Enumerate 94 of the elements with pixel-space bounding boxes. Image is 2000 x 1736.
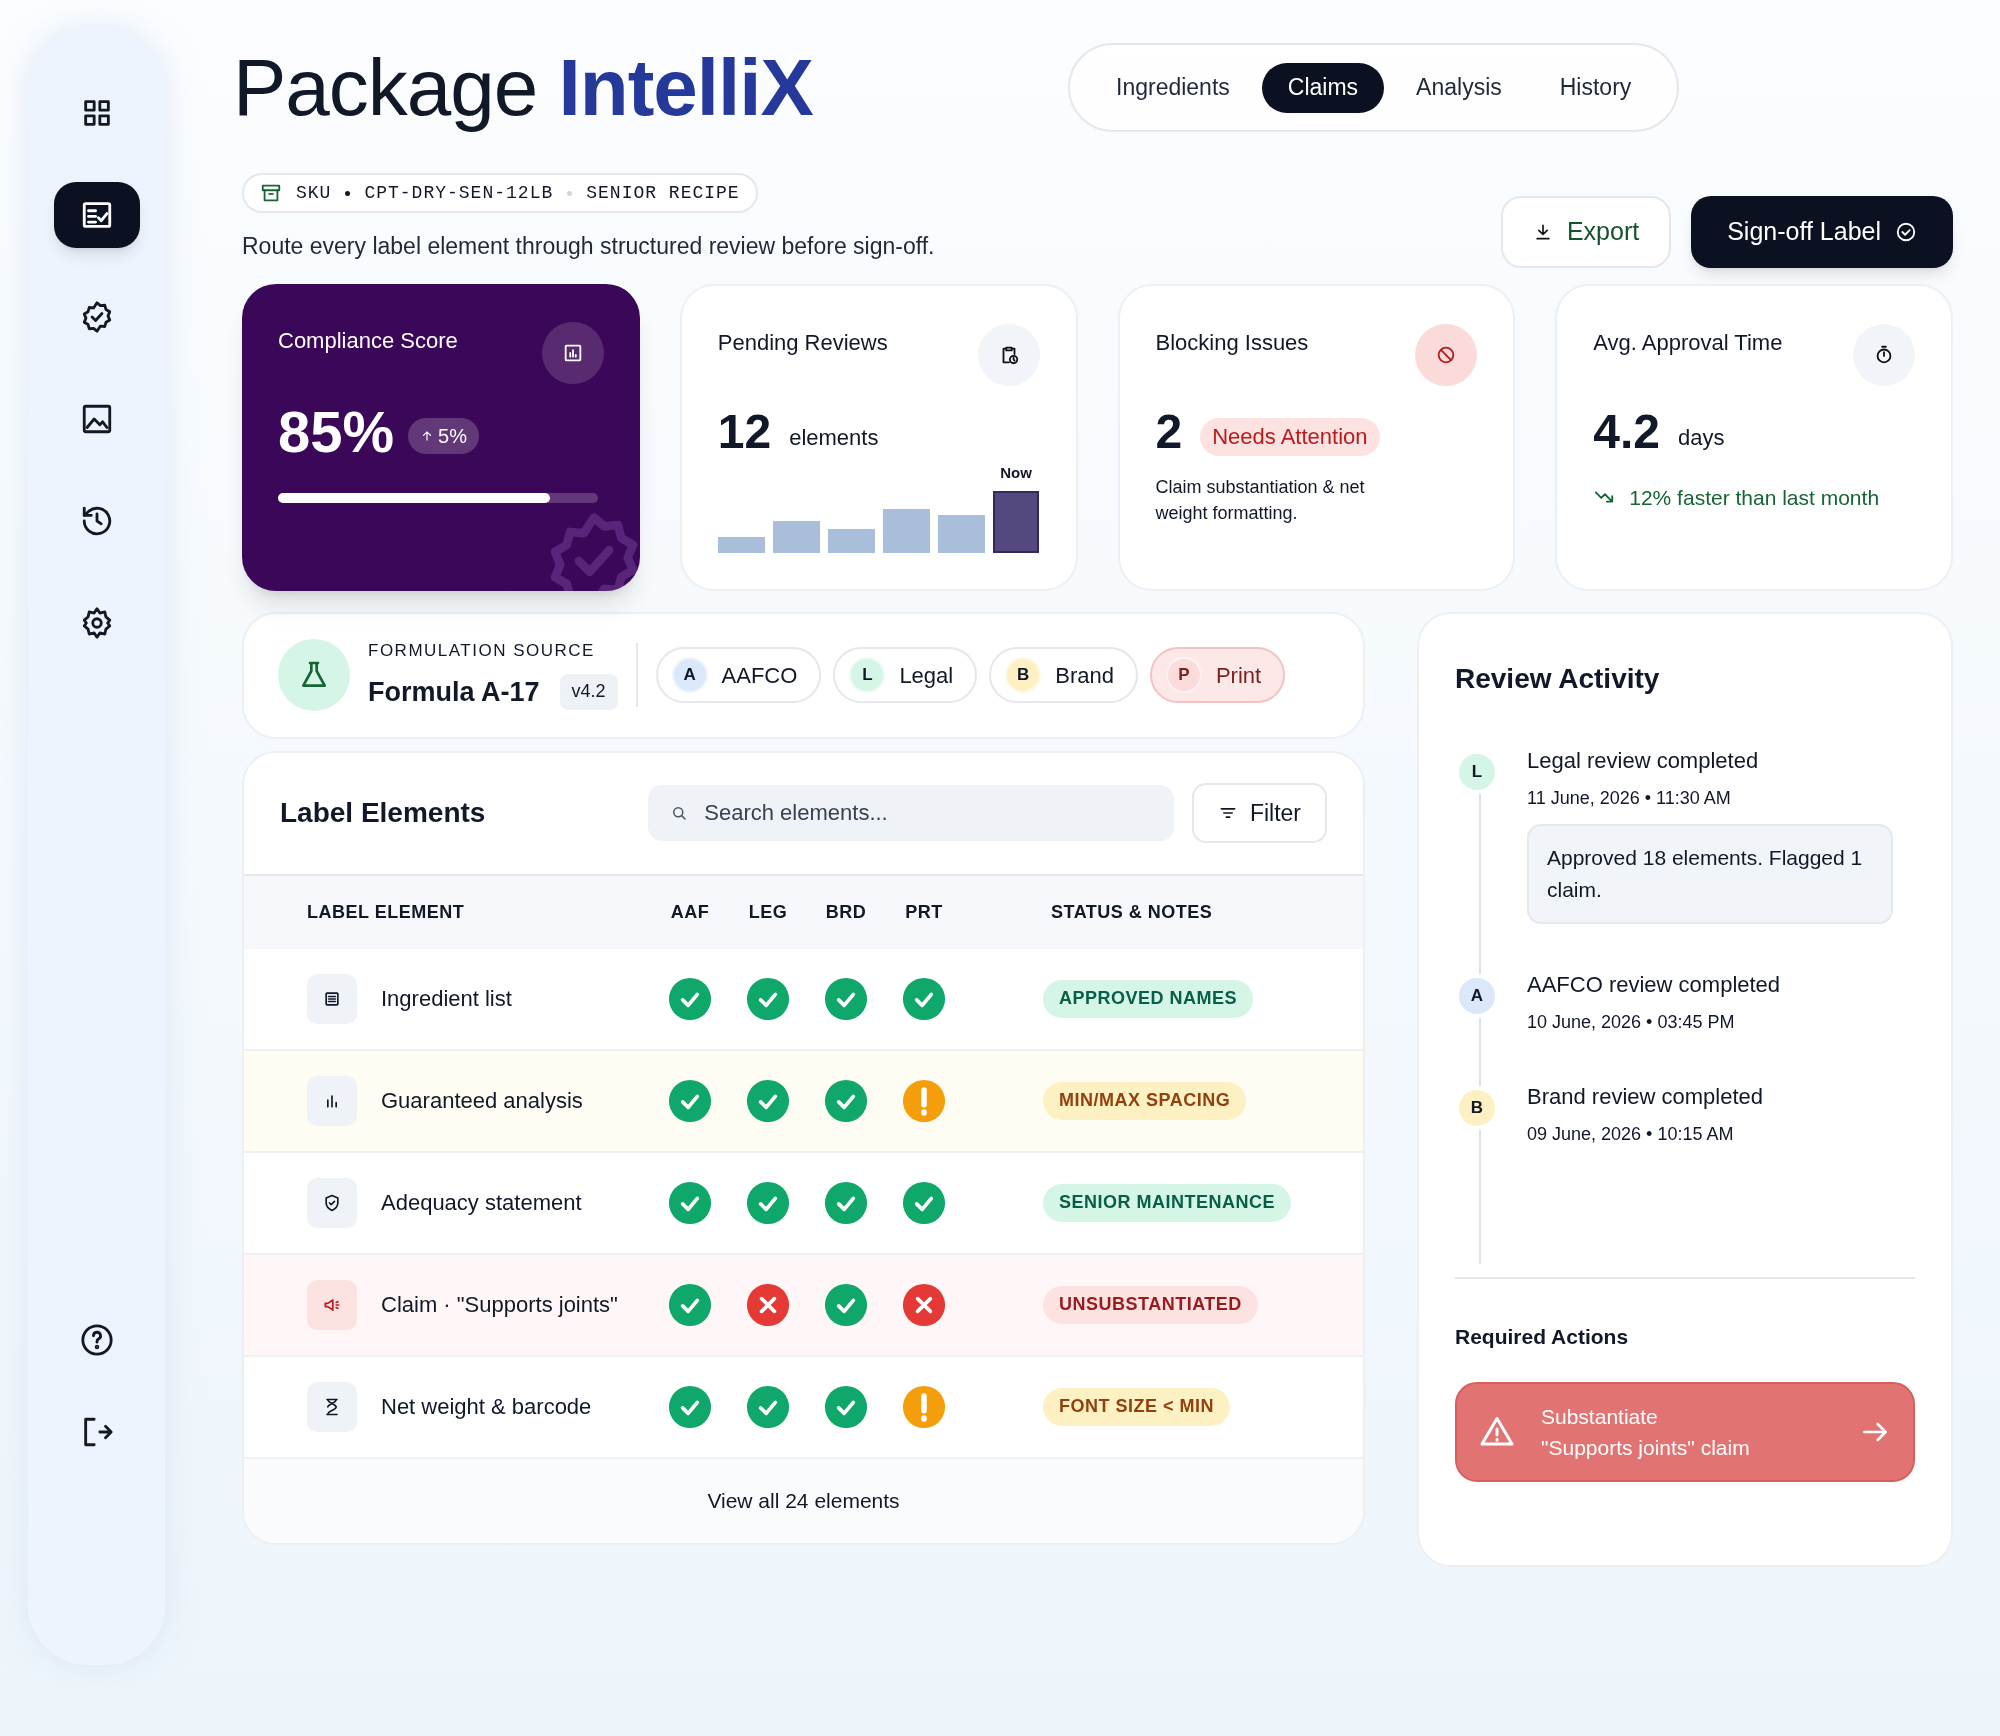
check-circle-icon: [902, 1180, 946, 1225]
check-circle-icon: [668, 1180, 712, 1225]
shield-icon: [322, 1192, 342, 1213]
status-tag: APPROVED NAMES: [1043, 979, 1254, 1018]
activity-time: 09 June, 2026 • 10:15 AM: [1527, 1122, 1735, 1146]
status-tag: SENIOR MAINTENANCE: [1043, 1183, 1291, 1222]
status-tag: MIN/MAX SPACING: [1043, 1081, 1247, 1120]
chart-label: Now: [1000, 463, 1032, 483]
chart-bar: [717, 536, 765, 553]
tab[interactable]: History: [1533, 62, 1658, 113]
check-circle-icon: [668, 1282, 712, 1327]
check-circle-icon: [668, 976, 712, 1021]
x-circle-icon: [902, 1282, 946, 1327]
stat-unit: elements: [789, 423, 879, 452]
status-badge: Needs Attention: [1200, 417, 1380, 456]
chart-bar: [937, 514, 985, 553]
activity-title: Brand review completed: [1527, 1082, 1763, 1111]
status-tag: UNSUBSTANTIATED: [1043, 1285, 1258, 1324]
export-button[interactable]: Export: [1500, 195, 1672, 268]
sku-code: CPT-DRY-SEN-12LB: [364, 181, 554, 205]
reviewer-chip[interactable]: L Legal: [833, 647, 978, 703]
chart-bar: [827, 528, 875, 553]
reviewer-chip[interactable]: A AAFCO: [655, 647, 822, 703]
section-title: Required Actions: [1455, 1323, 1630, 1350]
tab[interactable]: Ingredients: [1090, 62, 1256, 113]
section-caption: FORMULATION SOURCE: [368, 640, 596, 662]
formula-name: Formula A-17: [368, 675, 540, 709]
app-title: Package IntelliX: [233, 42, 814, 134]
column-header: BRD: [824, 900, 868, 924]
element-label: Guaranteed analysis: [381, 1087, 583, 1115]
element-label: Adequacy statement: [381, 1189, 582, 1217]
card-title: Review Activity: [1455, 661, 1661, 696]
card-title: Avg. Approval Time: [1593, 328, 1783, 357]
recipe-label: SENIOR RECIPE: [586, 181, 740, 205]
card-note: Claim substantiation & net weight formatting.: [1155, 475, 1366, 525]
check-circle-icon: [824, 976, 868, 1021]
chart-bar: [772, 520, 820, 553]
activity-title: Legal review completed: [1527, 746, 1760, 775]
stat-value: 4.2: [1593, 405, 1660, 458]
element-label: Claim · "Supports joints": [381, 1291, 618, 1319]
column-header: STATUS & NOTES: [1050, 900, 1214, 924]
score-value: 85%: [278, 397, 395, 466]
subtitle: Route every label element through structured review before sign-off.: [242, 232, 935, 261]
column-header: LABEL ELEMENT: [307, 900, 466, 924]
chart-bar: [992, 490, 1040, 553]
chart-bar: [882, 508, 930, 553]
check-circle-icon: [746, 976, 790, 1021]
card-title: Compliance Score: [278, 326, 458, 355]
search-field[interactable]: Search elements...: [648, 785, 1174, 841]
x-circle-icon: [746, 1282, 790, 1327]
check-circle-icon: [746, 1384, 790, 1429]
status-tag: FONT SIZE < MIN: [1043, 1387, 1230, 1426]
warning-circle-icon: [902, 1384, 946, 1429]
check-circle-icon: [746, 1180, 790, 1225]
tab[interactable]: Claims: [1261, 62, 1385, 113]
column-header: LEG: [747, 900, 789, 924]
nav-button[interactable]: [53, 182, 140, 248]
filter-button[interactable]: Filter: [1191, 783, 1327, 843]
help-icon: [79, 1323, 114, 1357]
search-icon: [670, 804, 689, 822]
stat-value: 2: [1155, 405, 1183, 458]
version-badge: v4.2: [559, 673, 618, 710]
activity-time: 11 June, 2026 • 11:30 AM: [1527, 786, 1732, 810]
tab[interactable]: Analysis: [1390, 62, 1528, 113]
delta-badge: 5%: [408, 418, 479, 454]
check-circle-icon: [902, 976, 946, 1021]
check-circle-icon: [668, 1384, 712, 1429]
activity-time: 10 June, 2026 • 03:45 PM: [1527, 1010, 1736, 1034]
reviewer-chip[interactable]: P Print: [1149, 647, 1286, 703]
check-circle-icon: [746, 1078, 790, 1123]
check-circle-icon: [824, 1282, 868, 1327]
check-circle-icon: [824, 1180, 868, 1225]
warning-circle-icon: [902, 1078, 946, 1123]
trend-text: 12% faster than last month: [1629, 484, 1880, 511]
element-label: Ingredient list: [381, 985, 512, 1013]
sku-label: SKU: [296, 181, 332, 205]
view-all-link[interactable]: View all 24 elements: [707, 1484, 900, 1517]
check-circle-icon: [668, 1078, 712, 1123]
check-circle-icon: [824, 1078, 868, 1123]
archive-icon: [260, 182, 282, 204]
sign-off-button[interactable]: Sign-off Label: [1691, 195, 1953, 268]
stat-unit: days: [1678, 423, 1725, 452]
stat-value: 12: [717, 405, 772, 458]
activity-title: AAFCO review completed: [1527, 970, 1781, 999]
card-title: Pending Reviews: [717, 328, 888, 357]
check-circle-icon: [824, 1384, 868, 1429]
column-header: AAF: [669, 900, 711, 924]
element-label: Net weight & barcode: [381, 1393, 592, 1421]
column-header: PRT: [904, 900, 944, 924]
check-circle-icon: [1895, 220, 1917, 243]
reviewer-chip[interactable]: B Brand: [989, 647, 1138, 703]
card-title: Label Elements: [280, 796, 487, 830]
activity-note: Approved 18 elements. Flagged 1 claim.: [1527, 823, 1893, 924]
card-title: Blocking Issues: [1155, 328, 1309, 357]
